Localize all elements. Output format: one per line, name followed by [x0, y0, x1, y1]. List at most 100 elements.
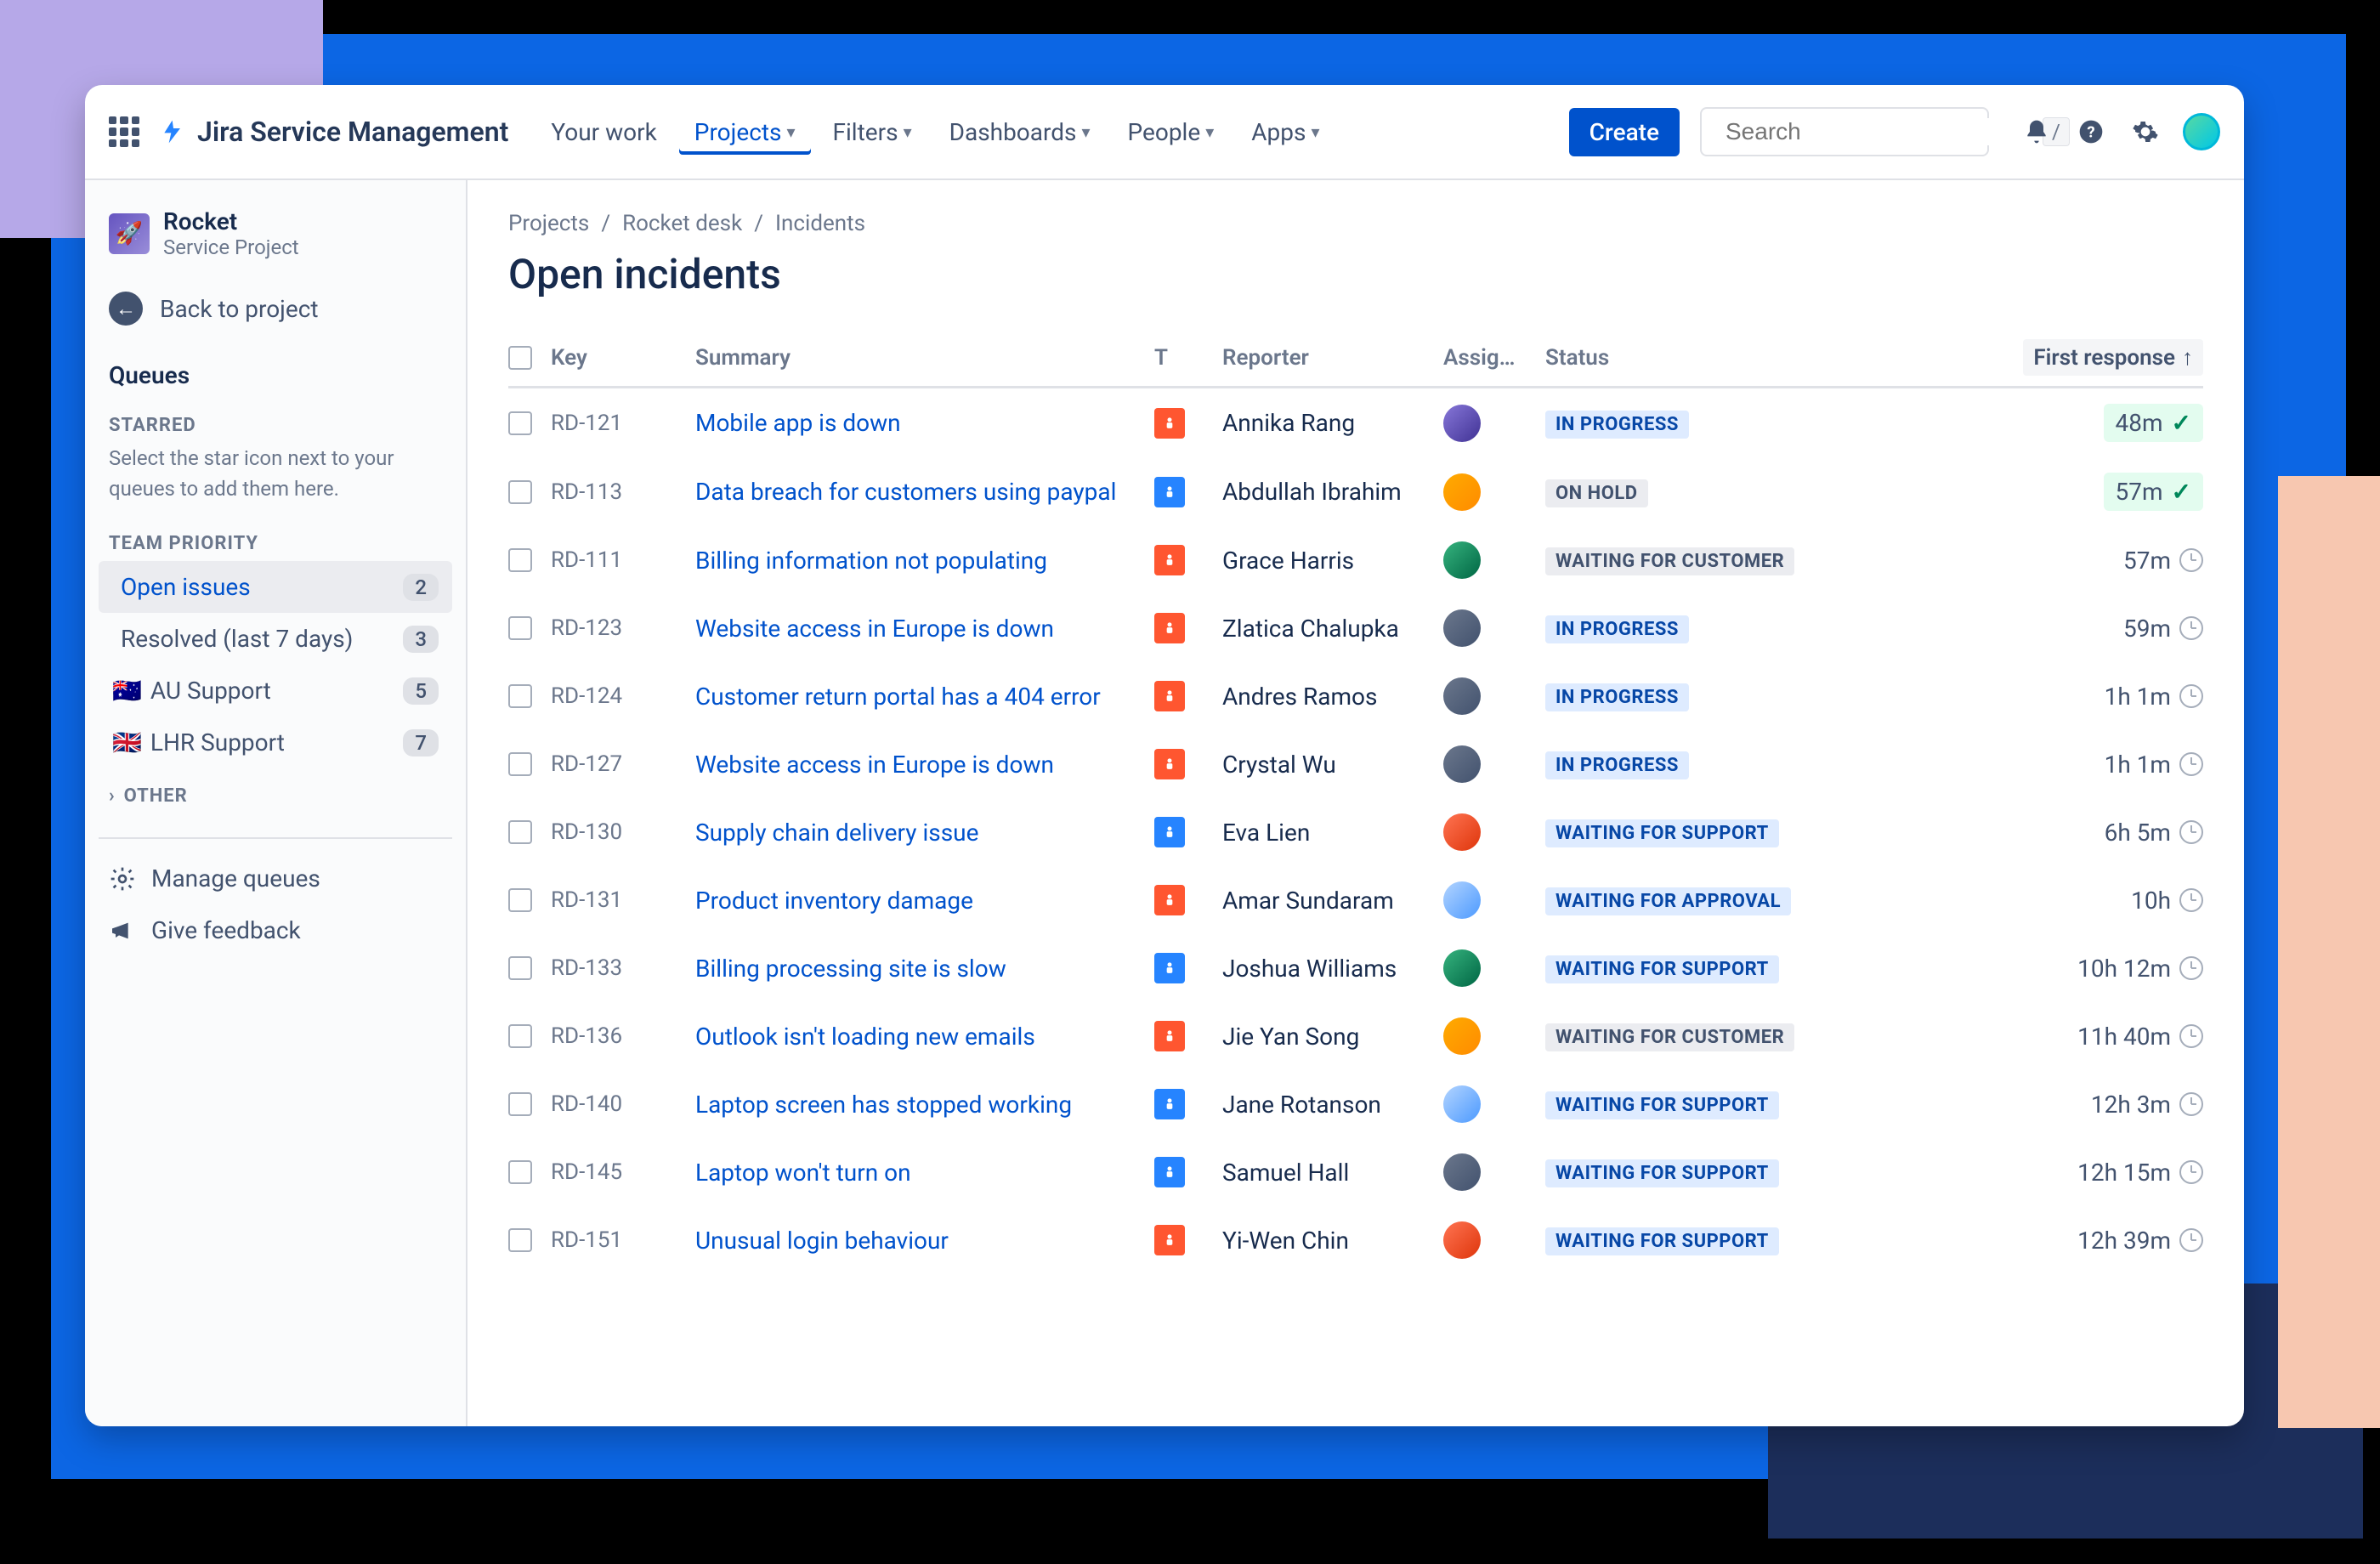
row-checkbox[interactable] [508, 956, 532, 980]
row-checkbox[interactable] [508, 820, 532, 844]
queue-item[interactable]: 🇦🇺AU Support5 [99, 665, 452, 717]
issue-summary[interactable]: Billing processing site is slow [695, 955, 1154, 983]
issue-summary[interactable]: Unusual login behaviour [695, 1227, 1154, 1255]
table-row[interactable]: RD-131 Product inventory damage Amar Sun… [508, 866, 2203, 934]
issue-summary[interactable]: Website access in Europe is down [695, 615, 1154, 643]
row-checkbox[interactable] [508, 548, 532, 572]
settings-icon[interactable] [2128, 115, 2162, 149]
assignee-avatar[interactable] [1443, 745, 1481, 783]
assignee-avatar[interactable] [1443, 1017, 1481, 1055]
assignee-avatar[interactable] [1443, 949, 1481, 987]
breadcrumb-item[interactable]: Rocket desk [622, 211, 742, 236]
status-lozenge[interactable]: WAITING FOR SUPPORT [1545, 955, 1779, 983]
issue-key[interactable]: RD-124 [551, 683, 695, 709]
status-lozenge[interactable]: WAITING FOR SUPPORT [1545, 1091, 1779, 1119]
issue-key[interactable]: RD-121 [551, 411, 695, 436]
col-summary[interactable]: Summary [695, 345, 1154, 371]
table-row[interactable]: RD-111 Billing information not populatin… [508, 526, 2203, 594]
status-lozenge[interactable]: WAITING FOR CUSTOMER [1545, 1023, 1794, 1051]
col-type[interactable]: T [1154, 345, 1222, 371]
queue-item[interactable]: Resolved (last 7 days)3 [99, 613, 452, 665]
issue-summary[interactable]: Supply chain delivery issue [695, 819, 1154, 847]
row-checkbox[interactable] [508, 752, 532, 776]
row-checkbox[interactable] [508, 616, 532, 640]
nav-your-work[interactable]: Your work [536, 110, 672, 155]
issue-key[interactable]: RD-113 [551, 479, 695, 505]
issue-key[interactable]: RD-145 [551, 1159, 695, 1185]
queue-item[interactable]: Open issues2 [99, 561, 452, 613]
assignee-avatar[interactable] [1443, 813, 1481, 851]
status-lozenge[interactable]: ON HOLD [1545, 479, 1648, 507]
table-row[interactable]: RD-145 Laptop won't turn on Samuel Hall … [508, 1138, 2203, 1206]
issue-key[interactable]: RD-111 [551, 547, 695, 573]
help-icon[interactable]: ? [2074, 115, 2108, 149]
assignee-avatar[interactable] [1443, 541, 1481, 579]
assignee-avatar[interactable] [1443, 473, 1481, 511]
profile-avatar[interactable] [2183, 113, 2220, 150]
row-checkbox[interactable] [508, 1228, 532, 1252]
status-lozenge[interactable]: IN PROGRESS [1545, 615, 1689, 643]
nav-projects[interactable]: Projects▾ [679, 110, 811, 155]
issue-summary[interactable]: Website access in Europe is down [695, 751, 1154, 779]
project-header[interactable]: 🚀 Rocket Service Project [99, 201, 452, 276]
issue-key[interactable]: RD-123 [551, 615, 695, 641]
status-lozenge[interactable]: WAITING FOR APPROVAL [1545, 887, 1791, 915]
col-first-response[interactable]: First response↑ [2023, 339, 2203, 376]
issue-summary[interactable]: Product inventory damage [695, 887, 1154, 915]
assignee-avatar[interactable] [1443, 1221, 1481, 1259]
assignee-avatar[interactable] [1443, 677, 1481, 715]
search-input[interactable] [1726, 118, 2032, 145]
row-checkbox[interactable] [508, 1160, 532, 1184]
table-row[interactable]: RD-113 Data breach for customers using p… [508, 457, 2203, 526]
status-lozenge[interactable]: WAITING FOR CUSTOMER [1545, 547, 1794, 575]
notifications-icon[interactable] [2020, 115, 2054, 149]
assignee-avatar[interactable] [1443, 1153, 1481, 1191]
nav-people[interactable]: People▾ [1113, 110, 1230, 155]
issue-key[interactable]: RD-140 [551, 1091, 695, 1117]
issue-key[interactable]: RD-130 [551, 819, 695, 845]
nav-dashboards[interactable]: Dashboards▾ [934, 110, 1106, 155]
status-lozenge[interactable]: WAITING FOR SUPPORT [1545, 1159, 1779, 1187]
nav-filters[interactable]: Filters▾ [818, 110, 927, 155]
issue-key[interactable]: RD-136 [551, 1023, 695, 1049]
row-checkbox[interactable] [508, 888, 532, 912]
issue-key[interactable]: RD-131 [551, 887, 695, 913]
queue-item[interactable]: 🇬🇧LHR Support7 [99, 717, 452, 768]
create-button[interactable]: Create [1569, 108, 1680, 156]
status-lozenge[interactable]: WAITING FOR SUPPORT [1545, 1227, 1779, 1255]
row-checkbox[interactable] [508, 480, 532, 504]
issue-key[interactable]: RD-133 [551, 955, 695, 981]
col-reporter[interactable]: Reporter [1222, 345, 1443, 371]
col-status[interactable]: Status [1545, 345, 1817, 371]
nav-apps[interactable]: Apps▾ [1236, 110, 1334, 155]
issue-summary[interactable]: Billing information not populating [695, 547, 1154, 575]
manage-queues[interactable]: Manage queues [99, 853, 452, 904]
issue-key[interactable]: RD-127 [551, 751, 695, 777]
issue-summary[interactable]: Customer return portal has a 404 error [695, 683, 1154, 711]
issue-key[interactable]: RD-151 [551, 1227, 695, 1253]
col-assignee[interactable]: Assig… [1443, 345, 1545, 371]
table-row[interactable]: RD-140 Laptop screen has stopped working… [508, 1070, 2203, 1138]
issue-summary[interactable]: Outlook isn't loading new emails [695, 1023, 1154, 1051]
assignee-avatar[interactable] [1443, 405, 1481, 442]
assignee-avatar[interactable] [1443, 881, 1481, 919]
table-row[interactable]: RD-127 Website access in Europe is down … [508, 730, 2203, 798]
col-key[interactable]: Key [551, 345, 695, 371]
assignee-avatar[interactable] [1443, 609, 1481, 647]
status-lozenge[interactable]: IN PROGRESS [1545, 683, 1689, 711]
issue-summary[interactable]: Data breach for customers using paypal [695, 478, 1154, 506]
other-expander[interactable]: › OTHER [99, 768, 452, 824]
status-lozenge[interactable]: IN PROGRESS [1545, 751, 1689, 779]
status-lozenge[interactable]: IN PROGRESS [1545, 411, 1689, 439]
give-feedback[interactable]: Give feedback [99, 904, 452, 956]
table-row[interactable]: RD-121 Mobile app is down Annika Rang IN… [508, 388, 2203, 457]
table-row[interactable]: RD-130 Supply chain delivery issue Eva L… [508, 798, 2203, 866]
table-row[interactable]: RD-136 Outlook isn't loading new emails … [508, 1002, 2203, 1070]
table-row[interactable]: RD-123 Website access in Europe is down … [508, 594, 2203, 662]
row-checkbox[interactable] [508, 1024, 532, 1048]
row-checkbox[interactable] [508, 1092, 532, 1116]
product-logo[interactable]: Jira Service Management [160, 116, 508, 148]
table-row[interactable]: RD-124 Customer return portal has a 404 … [508, 662, 2203, 730]
row-checkbox[interactable] [508, 411, 532, 435]
issue-summary[interactable]: Laptop screen has stopped working [695, 1091, 1154, 1119]
